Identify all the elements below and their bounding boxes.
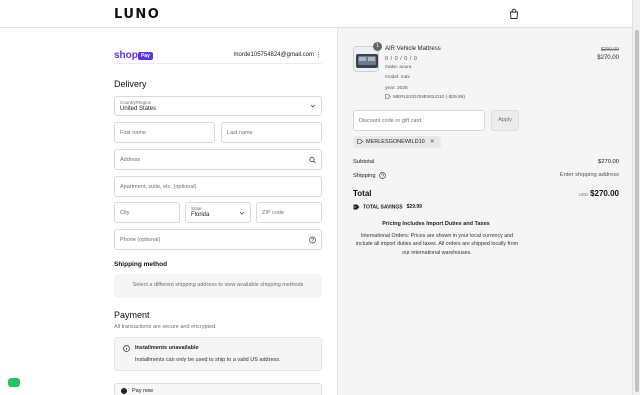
product-variant: 0 / 0 / 0 / 0 (385, 56, 418, 62)
subtotal-label: Subtotal (353, 159, 375, 165)
phone-field[interactable]: Phone (optional) (114, 229, 322, 250)
last-name-field[interactable]: Last name (221, 122, 322, 143)
state-select[interactable]: State Florida (185, 202, 251, 223)
apartment-field[interactable]: Apartment, suite, etc. (optional) (114, 176, 322, 197)
apartment-placeholder: Apartment, suite, etc. (optional) (120, 183, 197, 190)
last-name-placeholder: Last name (227, 129, 253, 136)
shopping-bag-icon[interactable] (508, 8, 520, 20)
help-icon[interactable] (309, 236, 316, 243)
shop-pay-badge: Pay (138, 52, 153, 60)
applied-code: MERLESGONEWILD10 (366, 139, 425, 145)
order-summary-column: 1 AIR Vehicle Mattress 0 / 0 / 0 / 0 mak… (338, 28, 632, 395)
country-value: United States (120, 106, 157, 112)
tag-icon (353, 204, 360, 210)
account-menu-icon[interactable]: ⋮ (315, 51, 322, 59)
info-icon (123, 345, 130, 352)
warning-title: Installments unavailable (135, 345, 199, 351)
city-placeholder: City (120, 209, 130, 216)
total-value: $270.00 (590, 189, 619, 198)
shipping-label-row: Shipping (353, 172, 387, 180)
shipping-method-message: Select a different shipping address to v… (132, 282, 304, 288)
savings-value: $29.99 (406, 204, 422, 211)
product-discount-text: MERLESGONEWILD10 (-$29.99) (393, 94, 465, 100)
savings-label: TOTAL SAVINGS (363, 204, 403, 211)
product-year: year: 2025 (385, 86, 408, 91)
shipping-method-heading: Shipping method (114, 261, 168, 268)
address-placeholder: Address (120, 156, 141, 163)
installments-warning: Installments unavailable Installments ca… (114, 337, 322, 371)
shop-pay-logo: shop (114, 50, 138, 61)
applied-discount-chip: MERLESGONEWILD10 ✕ (353, 136, 441, 148)
pay-now-label: Pay now (132, 388, 154, 394)
delivery-heading: Delivery (114, 79, 147, 89)
country-select[interactable]: Country/Region United States (114, 96, 322, 116)
checkout-form-column: shop Pay morde105754824@gmail.com ⋮ Deli… (0, 28, 338, 395)
discount-placeholder: Discount code or gift card (359, 117, 422, 124)
chat-widget-button[interactable] (8, 378, 20, 387)
payment-heading: Payment (114, 310, 150, 320)
tag-icon (357, 139, 363, 144)
shop-pay-account-row: shop Pay morde105754824@gmail.com ⋮ (114, 50, 322, 64)
product-name: AIR Vehicle Mattress (385, 46, 441, 52)
site-header: LUNO (0, 0, 640, 28)
chevron-down-icon (310, 104, 316, 108)
phone-placeholder: Phone (optional) (120, 236, 161, 243)
remove-discount-icon[interactable]: ✕ (430, 136, 435, 148)
search-icon (309, 156, 316, 163)
apply-button[interactable]: Apply (491, 110, 519, 131)
payment-subtitle: All transactions are secure and encrypte… (114, 324, 217, 330)
shipping-value: Enter shipping address (559, 172, 619, 178)
product-model: model: mdx (385, 75, 410, 80)
quantity-badge: 1 (373, 42, 382, 51)
subtotal-value: $270.00 (598, 159, 619, 165)
store-logo[interactable]: LUNO (114, 7, 160, 22)
product-make: make: acura (385, 65, 412, 70)
pay-now-option[interactable]: Pay now (114, 383, 322, 395)
state-value: Florida (191, 212, 210, 218)
total-label: Total (353, 189, 372, 198)
scrollbar-thumb[interactable] (635, 30, 639, 392)
first-name-placeholder: First name (120, 129, 146, 136)
zip-placeholder: ZIP code (262, 209, 284, 216)
warning-text: Installments can only be used to ship to… (135, 357, 281, 363)
tag-icon (385, 94, 391, 99)
chevron-down-icon (239, 211, 245, 215)
state-label: State (191, 206, 202, 211)
duties-text: International Orders: Prices are shown i… (355, 233, 519, 256)
shipping-label: Shipping (353, 173, 376, 180)
first-name-field[interactable]: First name (114, 122, 215, 143)
currency-code: USD (578, 192, 588, 197)
total-savings-row: TOTAL SAVINGS $29.99 (353, 204, 422, 210)
page-scrollbar[interactable] (632, 0, 640, 395)
shipping-method-notice: Select a different shipping address to v… (114, 274, 322, 298)
original-price: $299.99 (600, 47, 619, 53)
discount-code-input[interactable]: Discount code or gift card (353, 110, 485, 131)
product-discount-line: MERLESGONEWILD10 (-$29.99) (385, 94, 465, 100)
help-icon[interactable] (379, 172, 387, 179)
account-email: morde105754824@gmail.com (233, 52, 314, 58)
duties-title: Pricing Includes Import Duties and Taxes (382, 221, 490, 227)
zip-field[interactable]: ZIP code (256, 202, 322, 223)
address-field[interactable]: Address (114, 149, 322, 170)
city-field[interactable]: City (114, 202, 180, 223)
item-price: $270.00 (597, 55, 619, 61)
country-label: Country/Region (120, 100, 152, 105)
radio-selected-icon[interactable] (121, 388, 127, 394)
